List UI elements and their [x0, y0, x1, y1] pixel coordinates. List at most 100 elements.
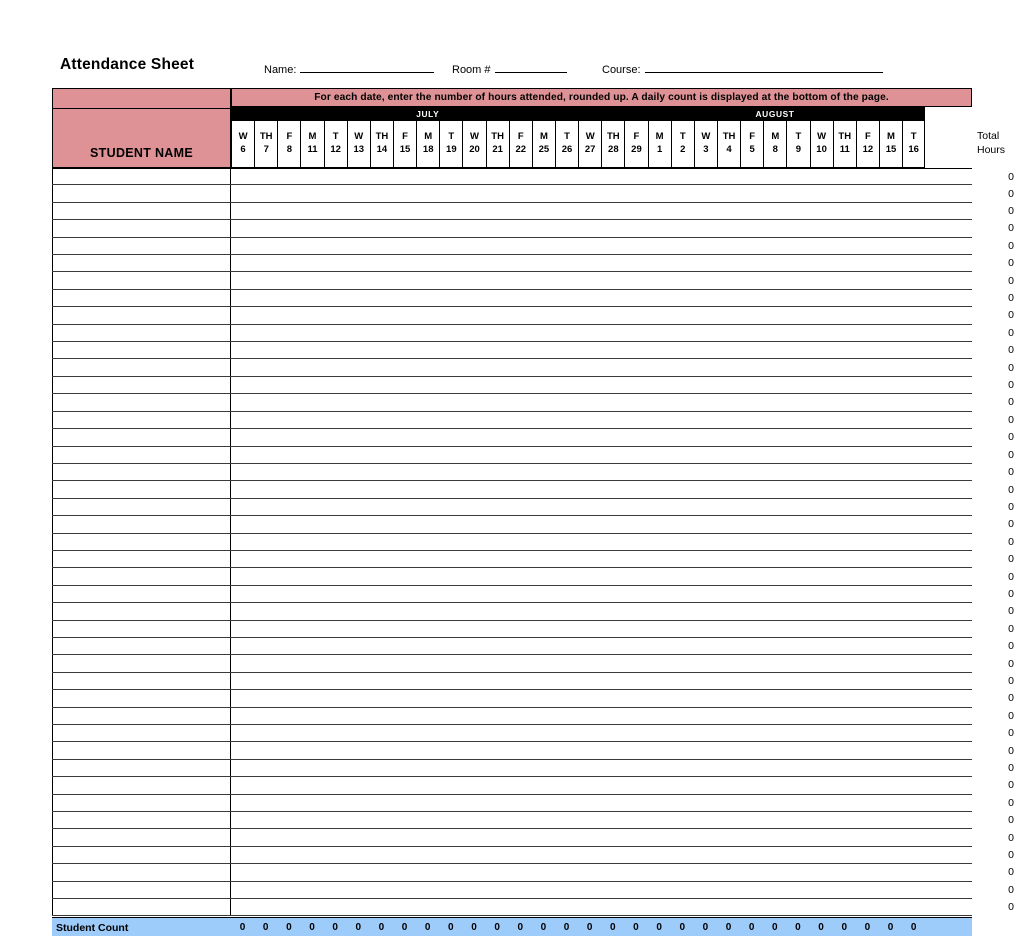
date-column-header[interactable]: T 12 — [323, 120, 347, 168]
student-name-cell[interactable] — [52, 307, 231, 324]
date-column-header[interactable]: W 10 — [809, 120, 833, 168]
attendance-entry-cells[interactable] — [231, 847, 923, 863]
date-column-header[interactable]: TH 14 — [369, 120, 393, 168]
date-column-header[interactable]: T 16 — [902, 120, 926, 168]
attendance-entry-cells[interactable] — [231, 342, 923, 358]
attendance-entry-cells[interactable] — [231, 795, 923, 811]
student-name-cell[interactable] — [52, 429, 231, 446]
date-column-header[interactable]: M 25 — [531, 120, 555, 168]
date-column-header[interactable]: F 22 — [508, 120, 532, 168]
attendance-entry-cells[interactable] — [231, 394, 923, 410]
student-name-cell[interactable] — [52, 899, 231, 916]
attendance-entry-cells[interactable] — [231, 359, 923, 375]
student-name-cell[interactable] — [52, 237, 231, 255]
student-name-cell[interactable] — [52, 585, 231, 603]
attendance-entry-cells[interactable] — [231, 412, 923, 428]
attendance-entry-cells[interactable] — [231, 429, 923, 445]
student-name-cell[interactable] — [52, 759, 231, 777]
date-column-header[interactable]: T 19 — [439, 120, 463, 168]
attendance-entry-cells[interactable] — [231, 829, 923, 845]
student-name-cell[interactable] — [52, 498, 231, 516]
student-name-cell[interactable] — [52, 690, 231, 707]
date-column-header[interactable]: F 29 — [624, 120, 648, 168]
attendance-entry-cells[interactable] — [231, 551, 923, 567]
student-name-cell[interactable] — [52, 637, 231, 655]
attendance-entry-cells[interactable] — [231, 377, 923, 393]
attendance-entry-cells[interactable] — [231, 655, 923, 671]
attendance-entry-cells[interactable] — [231, 464, 923, 480]
student-name-cell[interactable] — [52, 481, 231, 498]
student-name-cell[interactable] — [52, 568, 231, 585]
attendance-entry-cells[interactable] — [231, 603, 923, 619]
date-column-header[interactable]: W 27 — [578, 120, 602, 168]
date-column-header[interactable]: TH 4 — [716, 120, 741, 168]
student-name-cell[interactable] — [52, 672, 231, 690]
attendance-entry-cells[interactable] — [231, 481, 923, 497]
attendance-entry-cells[interactable] — [231, 255, 923, 271]
attendance-entry-cells[interactable] — [231, 742, 923, 758]
date-column-header[interactable]: M 11 — [300, 120, 324, 168]
course-field[interactable]: Course: — [602, 61, 883, 76]
date-column-header[interactable]: T2 — [670, 120, 694, 168]
attendance-entry-cells[interactable] — [231, 203, 923, 219]
attendance-entry-cells[interactable] — [231, 708, 923, 724]
attendance-entry-cells[interactable] — [231, 864, 923, 880]
student-name-cell[interactable] — [52, 446, 231, 463]
attendance-entry-cells[interactable] — [231, 812, 923, 828]
room-field[interactable]: Room # — [452, 61, 567, 76]
attendance-entry-cells[interactable] — [231, 777, 923, 793]
date-column-header[interactable]: W3 — [693, 120, 717, 168]
date-column-header[interactable]: M 18 — [416, 120, 440, 168]
student-name-cell[interactable] — [52, 169, 231, 185]
student-name-cell[interactable] — [52, 603, 231, 620]
student-name-cell[interactable] — [52, 707, 231, 724]
attendance-entry-cells[interactable] — [231, 586, 923, 602]
attendance-entry-cells[interactable] — [231, 290, 923, 306]
student-name-cell[interactable] — [52, 289, 231, 307]
course-field-rule[interactable] — [644, 61, 883, 73]
date-column-header[interactable]: F 12 — [855, 120, 879, 168]
date-column-header[interactable]: W6 — [231, 120, 255, 168]
student-name-cell[interactable] — [52, 550, 231, 568]
student-name-cell[interactable] — [52, 220, 231, 237]
date-column-header[interactable]: T 26 — [554, 120, 579, 168]
student-name-cell[interactable] — [52, 864, 231, 881]
student-name-cell[interactable] — [52, 202, 231, 220]
attendance-entry-cells[interactable] — [231, 638, 923, 654]
student-name-cell[interactable] — [52, 185, 231, 202]
attendance-entry-cells[interactable] — [231, 325, 923, 341]
attendance-entry-cells[interactable] — [231, 499, 923, 515]
attendance-entry-cells[interactable] — [231, 169, 923, 184]
student-name-cell[interactable] — [52, 812, 231, 829]
attendance-entry-cells[interactable] — [231, 307, 923, 323]
attendance-entry-cells[interactable] — [231, 534, 923, 550]
name-field[interactable]: Name: — [264, 61, 435, 76]
attendance-entry-cells[interactable] — [231, 272, 923, 288]
student-name-cell[interactable] — [52, 342, 231, 359]
date-column-header[interactable]: W 13 — [346, 120, 370, 168]
attendance-entry-cells[interactable] — [231, 621, 923, 637]
date-column-header[interactable]: TH 28 — [601, 120, 625, 168]
date-column-header[interactable]: TH 21 — [485, 120, 509, 168]
student-name-cell[interactable] — [52, 272, 231, 289]
attendance-entry-cells[interactable] — [231, 882, 923, 898]
date-column-header[interactable]: M1 — [647, 120, 671, 168]
attendance-entry-cells[interactable] — [231, 760, 923, 776]
student-name-cell[interactable] — [52, 725, 231, 742]
student-name-cell[interactable] — [52, 516, 231, 533]
student-name-cell[interactable] — [52, 777, 231, 794]
student-name-cell[interactable] — [52, 533, 231, 550]
attendance-entry-cells[interactable] — [231, 220, 923, 236]
student-name-cell[interactable] — [52, 376, 231, 394]
student-name-cell[interactable] — [52, 324, 231, 342]
student-name-cell[interactable] — [52, 255, 231, 272]
student-name-cell[interactable] — [52, 620, 231, 637]
date-column-header[interactable]: W 20 — [462, 120, 486, 168]
student-name-cell[interactable] — [52, 359, 231, 376]
date-column-header[interactable]: F 15 — [392, 120, 417, 168]
date-column-header[interactable]: M8 — [763, 120, 787, 168]
name-field-rule[interactable] — [300, 61, 435, 73]
student-name-cell[interactable] — [52, 794, 231, 812]
attendance-entry-cells[interactable] — [231, 899, 923, 915]
student-name-cell[interactable] — [52, 411, 231, 429]
